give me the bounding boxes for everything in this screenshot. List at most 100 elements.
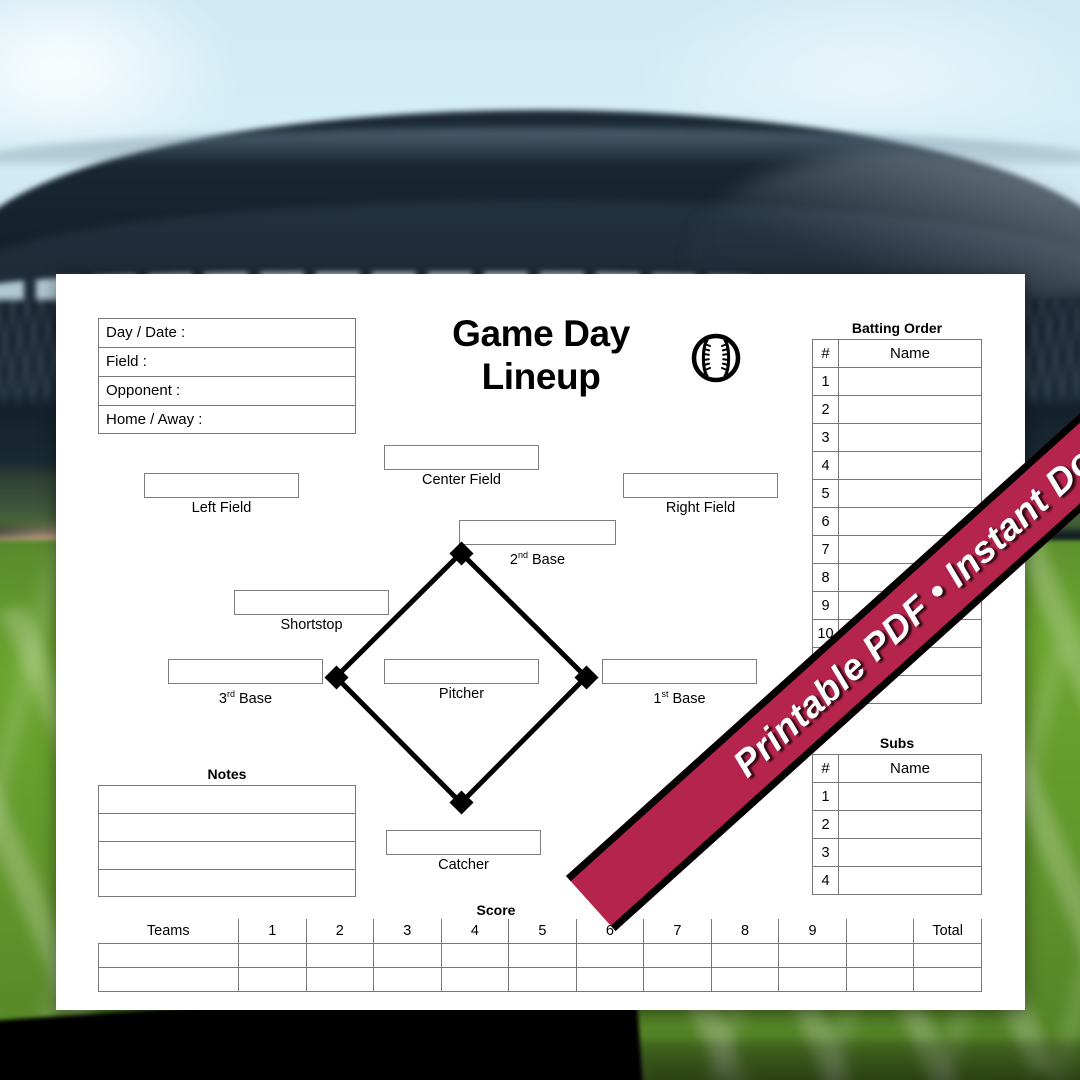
score-inning-header-4: 4 xyxy=(440,919,510,944)
right-field-label: Right Field xyxy=(665,500,736,516)
third-base-label: 3rd Base xyxy=(218,689,273,707)
score-inning-cell-2[interactable] xyxy=(305,942,375,968)
batting-col-name: Name xyxy=(838,339,982,368)
bottom-vignette xyxy=(0,1040,1080,1080)
score-title: Score xyxy=(476,902,516,918)
info-row-opponent[interactable]: Opponent : xyxy=(98,376,356,405)
score-inning-cell-4[interactable] xyxy=(440,966,510,992)
subs-col-num: # xyxy=(812,754,839,783)
batting-row-number: 9 xyxy=(812,591,839,620)
score-inning-cell-7[interactable] xyxy=(643,942,712,968)
score-inning-cell-8[interactable] xyxy=(710,942,780,968)
third-base-input[interactable] xyxy=(168,659,323,684)
score-inning-cell-3[interactable] xyxy=(373,942,442,968)
score-inning-header-10 xyxy=(845,919,915,944)
position-slot-left-field: Left Field xyxy=(144,473,299,517)
score-inning-cell-3[interactable] xyxy=(373,966,442,992)
table-row[interactable]: 2 xyxy=(812,395,982,424)
score-inning-cell-7[interactable] xyxy=(643,966,712,992)
notes-row[interactable] xyxy=(98,813,356,841)
first-base-input[interactable] xyxy=(602,659,757,684)
first-base-label: 1st Base xyxy=(653,689,706,707)
left-field-input[interactable] xyxy=(144,473,299,498)
score-table: Teams 1 2 3 4 5 6 7 8 9 Total xyxy=(98,919,982,992)
score-team-name-input[interactable] xyxy=(98,966,239,992)
score-total-cell[interactable] xyxy=(913,966,982,992)
score-total-cell[interactable] xyxy=(913,942,982,968)
notes-title: Notes xyxy=(207,766,247,782)
score-inning-header-7: 7 xyxy=(643,919,712,944)
table-row[interactable]: 3 xyxy=(812,838,982,867)
score-inning-cell-4[interactable] xyxy=(440,942,510,968)
subs-row-name-input[interactable] xyxy=(838,810,982,839)
batting-row-name-input[interactable] xyxy=(838,479,982,508)
subs-row-name-input[interactable] xyxy=(838,782,982,811)
score-inning-cell-1[interactable] xyxy=(238,942,307,968)
table-row[interactable]: 5 xyxy=(812,479,982,508)
score-inning-header-8: 8 xyxy=(710,919,780,944)
score-team-row[interactable] xyxy=(98,942,982,968)
info-row-field[interactable]: Field : xyxy=(98,347,356,376)
score-inning-header-5: 5 xyxy=(508,919,577,944)
score-inning-header-2: 2 xyxy=(305,919,375,944)
table-row[interactable]: 4 xyxy=(812,451,982,480)
batting-row-name-input[interactable] xyxy=(838,395,982,424)
table-row[interactable]: 2 xyxy=(812,810,982,839)
position-slot-third-base: 3rd Base xyxy=(168,659,323,708)
catcher-input[interactable] xyxy=(386,830,541,855)
batting-row-name-input[interactable] xyxy=(838,451,982,480)
batting-row-number: 6 xyxy=(812,507,839,536)
score-inning-cell-6[interactable] xyxy=(575,966,645,992)
subs-row-number: 3 xyxy=(812,838,839,867)
catcher-label: Catcher xyxy=(438,857,489,873)
subs-title: Subs xyxy=(879,735,915,751)
batting-row-name-input[interactable] xyxy=(838,423,982,452)
page-title: Game Day Lineup xyxy=(416,312,666,398)
batting-row-number: 3 xyxy=(812,423,839,452)
batting-row-number: 1 xyxy=(812,367,839,396)
batting-order-title: Batting Order xyxy=(851,320,943,336)
subs-row-number: 2 xyxy=(812,810,839,839)
subs-row-number: 1 xyxy=(812,782,839,811)
table-header-row: # Name xyxy=(812,339,982,368)
batting-row-name-input[interactable] xyxy=(838,367,982,396)
table-row[interactable]: 4 xyxy=(812,866,982,895)
score-inning-cell-9[interactable] xyxy=(778,942,847,968)
score-inning-cell-1[interactable] xyxy=(238,966,307,992)
subs-row-number: 4 xyxy=(812,866,839,895)
score-inning-cell-9[interactable] xyxy=(778,966,847,992)
score-inning-cell-10[interactable] xyxy=(845,942,915,968)
subs-row-name-input[interactable] xyxy=(838,866,982,895)
table-row[interactable]: 1 xyxy=(812,782,982,811)
game-info-table: Day / Date : Field : Opponent : Home / A… xyxy=(98,318,356,434)
score-team-name-input[interactable] xyxy=(98,942,239,968)
score-inning-cell-6[interactable] xyxy=(575,942,645,968)
table-header-row: # Name xyxy=(812,754,982,783)
info-row-day-date[interactable]: Day / Date : xyxy=(98,318,356,347)
score-team-row[interactable] xyxy=(98,966,982,992)
score-inning-cell-2[interactable] xyxy=(305,966,375,992)
position-slot-catcher: Catcher xyxy=(386,830,541,874)
subs-table: # Name 1234 xyxy=(812,754,982,895)
notes-row[interactable] xyxy=(98,841,356,869)
batting-row-number: 7 xyxy=(812,535,839,564)
notes-row[interactable] xyxy=(98,869,356,897)
center-field-input[interactable] xyxy=(384,445,539,470)
table-row[interactable]: 3 xyxy=(812,423,982,452)
subs-row-name-input[interactable] xyxy=(838,838,982,867)
score-inning-cell-10[interactable] xyxy=(845,966,915,992)
score-inning-cell-5[interactable] xyxy=(508,942,577,968)
notes-row[interactable] xyxy=(98,785,356,813)
info-row-home-away[interactable]: Home / Away : xyxy=(98,405,356,434)
score-inning-cell-5[interactable] xyxy=(508,966,577,992)
page-title-line-1: Game Day xyxy=(452,313,630,354)
right-field-input[interactable] xyxy=(623,473,778,498)
score-teams-label: Teams xyxy=(146,922,190,939)
score-inning-cell-8[interactable] xyxy=(710,966,780,992)
score-total-header: Total xyxy=(913,919,982,944)
second-base-input[interactable] xyxy=(459,520,616,545)
batting-row-number: 8 xyxy=(812,563,839,592)
position-slot-center-field: Center Field xyxy=(384,445,539,489)
table-row[interactable]: 1 xyxy=(812,367,982,396)
page-title-line-2: Lineup xyxy=(481,356,601,397)
